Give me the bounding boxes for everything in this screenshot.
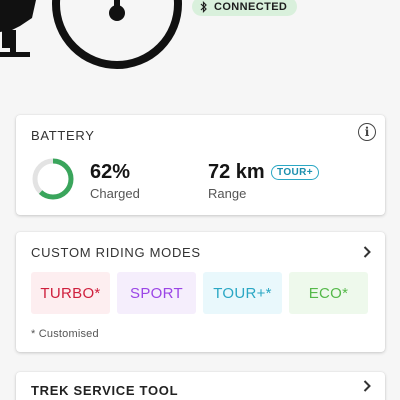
- range-label: Range: [208, 186, 247, 201]
- battery-ring: [32, 158, 74, 200]
- range-mode-tag: TOUR+: [271, 165, 319, 180]
- chevron-right-icon[interactable]: [362, 246, 372, 258]
- bike-hero: CONNECTED: [0, 0, 400, 105]
- battery-card[interactable]: BATTERY i 62% Charged 72 km TOUR+ Range: [16, 115, 385, 215]
- bike-image: [0, 0, 182, 69]
- range-value: 72 km: [208, 161, 265, 183]
- mode-chip-eco[interactable]: ECO*: [289, 272, 368, 314]
- riding-modes-card[interactable]: CUSTOM RIDING MODES TURBO* SPORT TOUR+* …: [16, 232, 385, 352]
- battery-percent: 62%: [90, 161, 131, 183]
- connection-status-badge: CONNECTED: [192, 0, 298, 16]
- battery-title: BATTERY: [31, 128, 95, 143]
- service-tool-title: TREK SERVICE TOOL: [31, 383, 179, 398]
- service-tool-card[interactable]: TREK SERVICE TOOL: [16, 372, 385, 400]
- riding-modes-title: CUSTOM RIDING MODES: [31, 245, 201, 260]
- connection-status-label: CONNECTED: [214, 0, 288, 13]
- mode-chip-tour-plus[interactable]: TOUR+*: [203, 272, 282, 314]
- mode-chip-sport[interactable]: SPORT: [117, 272, 196, 314]
- bluetooth-icon: [200, 0, 207, 13]
- battery-charged-label: Charged: [90, 186, 140, 201]
- info-icon[interactable]: i: [358, 123, 376, 141]
- chevron-right-icon[interactable]: [362, 380, 372, 392]
- customised-footnote: * Customised: [31, 328, 99, 340]
- mode-chip-turbo[interactable]: TURBO*: [31, 272, 110, 314]
